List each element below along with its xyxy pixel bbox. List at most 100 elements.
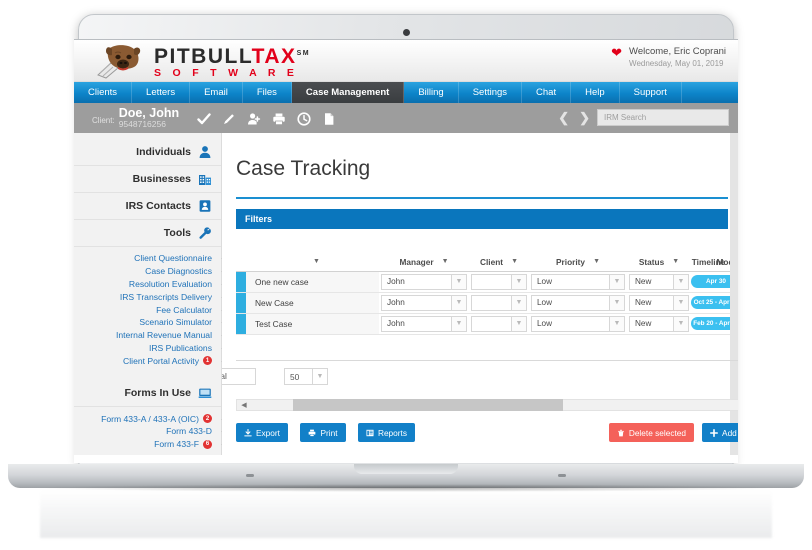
cell-client[interactable]: ▼ — [469, 271, 529, 293]
cell-case-name[interactable]: Test Case — [246, 313, 379, 335]
chevron-down-icon[interactable]: ▼ — [312, 369, 327, 384]
row-select-marker[interactable] — [236, 271, 246, 293]
cell-client[interactable]: ▼ — [469, 292, 529, 314]
chevron-down-icon[interactable]: ▼ — [511, 258, 518, 265]
add-new-case-button[interactable]: Add New C — [702, 423, 738, 442]
cell-status[interactable]: New ▼ — [627, 313, 691, 335]
tools-link-irs-publications[interactable]: IRS Publications — [74, 342, 230, 355]
chevron-down-icon[interactable]: ▼ — [673, 274, 688, 289]
forms-link-433d[interactable]: Form 433-D — [74, 425, 230, 438]
chevron-down-icon[interactable]: ▼ — [673, 316, 688, 331]
chevron-down-icon[interactable]: ▼ — [511, 295, 526, 310]
cell-priority[interactable]: Low ▼ — [529, 313, 627, 335]
export-button[interactable]: Export — [236, 423, 288, 442]
tools-link-client-questionnaire[interactable]: Client Questionnaire — [74, 252, 230, 265]
cell-status[interactable]: New ▼ — [627, 271, 691, 293]
chevron-down-icon[interactable]: ▼ — [451, 316, 466, 331]
pencil-icon[interactable] — [222, 112, 235, 125]
chevron-down-icon[interactable]: ▼ — [609, 316, 624, 331]
column-status[interactable]: Status ▼ — [627, 253, 691, 272]
print-icon[interactable] — [272, 112, 285, 125]
tools-link-scenario-simulator[interactable]: Scenario Simulator — [74, 316, 230, 329]
chevron-down-icon[interactable]: ▼ — [609, 295, 624, 310]
sidebar-item-tools[interactable]: Tools — [74, 220, 221, 247]
nav-item-letters[interactable]: Letters — [132, 82, 191, 103]
cell-status[interactable]: New ▼ — [627, 292, 691, 314]
print-button[interactable]: Print — [300, 423, 346, 442]
tools-link-label: Resolution Evaluation — [128, 278, 212, 289]
nav-item-chat[interactable]: Chat — [522, 82, 572, 103]
clock-icon[interactable] — [297, 111, 311, 126]
cell-case-name[interactable]: New Case — [246, 292, 379, 314]
chevron-down-icon[interactable]: ▼ — [313, 258, 320, 265]
chevron-down-icon[interactable]: ▼ — [511, 274, 526, 289]
nav-item-settings[interactable]: Settings — [459, 82, 523, 103]
row-select-marker[interactable] — [236, 313, 246, 335]
heart-icon[interactable]: ❤ — [611, 46, 622, 60]
chevron-down-icon[interactable]: ▼ — [511, 316, 526, 331]
forms-link-label: Form 433-D — [166, 426, 212, 437]
column-client[interactable]: Client ▼ — [469, 253, 529, 272]
tools-link-client-portal-activity[interactable]: Client Portal Activity 1 — [74, 354, 230, 367]
tools-link-fee-calculator[interactable]: Fee Calculator — [74, 303, 230, 316]
column-case-name[interactable]: ▼ — [246, 253, 379, 272]
cell-case-name[interactable]: One new case — [246, 271, 379, 293]
total-field[interactable]: tal — [222, 368, 256, 385]
brand-logo[interactable]: PITBULLTAXSM S O F T W A R E — [96, 42, 310, 80]
chevron-down-icon[interactable]: ▼ — [451, 274, 466, 289]
table-row[interactable]: New Case John ▼ ▼ Low ▼ New ▼ Oct 25 - A… — [236, 292, 738, 314]
chevron-down-icon[interactable]: ▼ — [442, 258, 449, 265]
scroll-left-icon[interactable]: ◀ — [237, 401, 251, 409]
chevron-down-icon[interactable]: ▼ — [672, 258, 679, 265]
document-icon[interactable] — [322, 112, 335, 125]
forms-link-433a[interactable]: Form 433-A / 433-A (OIC) 2 — [74, 412, 230, 425]
cell-manager[interactable]: John ▼ — [379, 292, 469, 314]
record-nav-arrows: ❮ ❯ — [558, 110, 590, 125]
priority-value: Low — [537, 277, 553, 286]
cell-manager[interactable]: John ▼ — [379, 271, 469, 293]
irm-search-input[interactable] — [597, 109, 729, 126]
tools-link-case-diagnostics[interactable]: Case Diagnostics — [74, 265, 230, 278]
scrollbar-track[interactable] — [251, 399, 738, 411]
row-select-marker[interactable] — [236, 292, 246, 314]
scrollbar-thumb[interactable] — [293, 399, 563, 411]
filters-panel-header[interactable]: Filters — [236, 209, 728, 229]
table-row[interactable]: One new case John ▼ ▼ Low ▼ New ▼ Apr 30 — [236, 271, 738, 293]
sidebar-item-businesses[interactable]: Businesses — [74, 166, 221, 193]
tools-link-irs-transcripts-delivery[interactable]: IRS Transcripts Delivery — [74, 290, 230, 303]
prev-record-icon[interactable]: ❮ — [558, 110, 569, 125]
check-icon[interactable] — [197, 112, 211, 125]
sidebar-item-individuals[interactable]: Individuals — [74, 139, 221, 166]
nav-item-case-management[interactable]: Case Management — [291, 82, 405, 103]
add-user-icon[interactable] — [247, 112, 261, 125]
horizontal-scrollbar[interactable]: ◀ — [236, 399, 738, 411]
chevron-down-icon[interactable]: ▼ — [593, 258, 600, 265]
column-priority[interactable]: Priority ▼ — [529, 253, 627, 272]
cell-client[interactable]: ▼ — [469, 313, 529, 335]
nav-item-files[interactable]: Files — [243, 82, 292, 103]
tools-link-resolution-evaluation[interactable]: Resolution Evaluation — [74, 278, 230, 291]
column-manager[interactable]: Manager ▼ — [379, 253, 469, 272]
cell-manager[interactable]: John ▼ — [379, 313, 469, 335]
delete-selected-button[interactable]: Delete selected — [608, 423, 695, 442]
sidebar-item-irs-contacts[interactable]: IRS Contacts — [74, 193, 221, 220]
forms-link-433f[interactable]: Form 433-F 6 — [74, 438, 230, 451]
nav-item-email[interactable]: Email — [190, 82, 243, 103]
status-badge: 2 — [203, 414, 212, 424]
nav-item-billing[interactable]: Billing — [404, 82, 459, 103]
tools-link-internal-revenue-manual[interactable]: Internal Revenue Manual — [74, 329, 230, 342]
nav-item-help[interactable]: Help — [571, 82, 620, 103]
nav-item-support[interactable]: Support — [620, 82, 682, 103]
cell-priority[interactable]: Low ▼ — [529, 271, 627, 293]
nav-item-clients[interactable]: Clients — [74, 82, 133, 103]
reports-button[interactable]: Reports — [357, 423, 416, 442]
page-size-select[interactable]: 50 ▼ — [284, 368, 328, 385]
sidebar-item-forms-in-use[interactable]: Forms In Use — [74, 380, 221, 408]
table-row[interactable]: Test Case John ▼ ▼ Low ▼ New ▼ Feb 20 - … — [236, 313, 738, 335]
next-record-icon[interactable]: ❯ — [579, 110, 590, 125]
client-identity[interactable]: Doe, John 9548716256 — [119, 106, 179, 129]
chevron-down-icon[interactable]: ▼ — [609, 274, 624, 289]
chevron-down-icon[interactable]: ▼ — [451, 295, 466, 310]
cell-priority[interactable]: Low ▼ — [529, 292, 627, 314]
chevron-down-icon[interactable]: ▼ — [673, 295, 688, 310]
